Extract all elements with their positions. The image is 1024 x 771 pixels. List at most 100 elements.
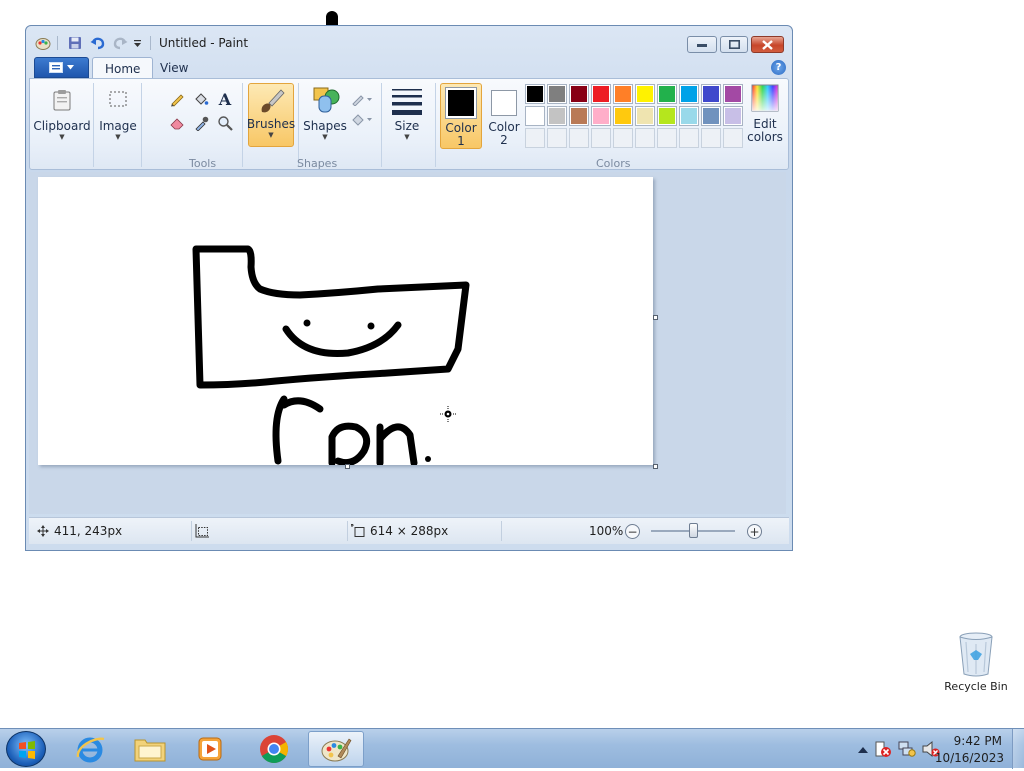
edit-colors-button[interactable]: Edit colors bbox=[744, 83, 786, 144]
help-icon[interactable]: ? bbox=[771, 60, 786, 75]
paint-window: Untitled - Paint Home View ? Clipboard ▼… bbox=[25, 25, 793, 551]
tab-view[interactable]: View bbox=[148, 57, 200, 79]
drawing-content bbox=[192, 245, 470, 467]
palette-color-swatch[interactable] bbox=[591, 106, 611, 126]
undo-icon[interactable] bbox=[89, 35, 107, 51]
edit-colors-label: Edit colors bbox=[747, 117, 783, 144]
redo-icon[interactable] bbox=[111, 35, 129, 51]
taskbar-chrome[interactable] bbox=[246, 731, 302, 767]
network-icon[interactable] bbox=[898, 740, 916, 761]
palette-color-swatch[interactable] bbox=[701, 84, 721, 104]
taskbar-internet-explorer[interactable] bbox=[62, 731, 118, 767]
palette-empty-swatch[interactable] bbox=[657, 128, 677, 148]
palette-empty-swatch[interactable] bbox=[525, 128, 545, 148]
color-palette bbox=[525, 84, 745, 150]
canvas-area[interactable] bbox=[29, 172, 786, 514]
image-button[interactable]: Image ▼ bbox=[96, 83, 140, 141]
zoom-in-button[interactable]: + bbox=[747, 524, 762, 539]
palette-color-swatch[interactable] bbox=[613, 106, 633, 126]
show-desktop-button[interactable] bbox=[1012, 729, 1024, 769]
palette-empty-swatch[interactable] bbox=[679, 128, 699, 148]
clock-date[interactable]: 10/16/2023 bbox=[935, 751, 1004, 765]
fill-icon[interactable] bbox=[349, 109, 375, 129]
media-player-icon bbox=[198, 737, 222, 761]
color-picker-icon[interactable] bbox=[190, 113, 212, 133]
cursor-position: 411, 243px bbox=[37, 518, 122, 544]
outline-icon[interactable] bbox=[349, 89, 375, 109]
show-hidden-icons-button[interactable] bbox=[858, 743, 868, 757]
palette-empty-swatch[interactable] bbox=[591, 128, 611, 148]
palette-color-swatch[interactable] bbox=[613, 84, 633, 104]
clipboard-button[interactable]: Clipboard ▼ bbox=[33, 83, 91, 141]
fill-bucket-icon[interactable] bbox=[190, 89, 212, 109]
recycle-bin-icon bbox=[959, 632, 993, 677]
palette-color-swatch[interactable] bbox=[569, 84, 589, 104]
palette-empty-swatch[interactable] bbox=[723, 128, 743, 148]
palette-empty-swatch[interactable] bbox=[635, 128, 655, 148]
zoom-out-button[interactable]: − bbox=[625, 524, 640, 539]
status-bar: 411, 243px 614 × 288px 100% − + bbox=[29, 517, 789, 544]
action-center-icon[interactable] bbox=[874, 740, 892, 761]
paint-menu-button[interactable] bbox=[34, 57, 89, 78]
zoom-level: 100% bbox=[589, 524, 624, 538]
brushes-button[interactable]: Brushes ▼ bbox=[246, 83, 296, 147]
palette-color-swatch[interactable] bbox=[547, 106, 567, 126]
customize-quick-access-icon[interactable] bbox=[131, 35, 143, 51]
minimize-button[interactable] bbox=[687, 36, 717, 53]
image-label: Image bbox=[99, 119, 137, 133]
recycle-bin-label: Recycle Bin bbox=[944, 680, 1008, 693]
maximize-button[interactable] bbox=[720, 36, 748, 53]
palette-color-swatch[interactable] bbox=[657, 106, 677, 126]
text-tool-icon[interactable]: A bbox=[214, 89, 236, 109]
tab-home[interactable]: Home bbox=[92, 57, 154, 79]
palette-color-swatch[interactable] bbox=[569, 106, 589, 126]
resize-handle-bottom[interactable] bbox=[345, 464, 350, 469]
palette-color-swatch[interactable] bbox=[723, 84, 743, 104]
palette-color-swatch[interactable] bbox=[657, 84, 677, 104]
close-button[interactable] bbox=[751, 36, 784, 53]
save-icon[interactable] bbox=[66, 35, 84, 51]
resize-handle-right[interactable] bbox=[653, 315, 658, 320]
resize-handle-corner[interactable] bbox=[653, 464, 658, 469]
brushes-label: Brushes bbox=[246, 117, 296, 131]
internet-explorer-icon bbox=[76, 737, 105, 763]
palette-color-swatch[interactable] bbox=[679, 106, 699, 126]
taskbar-media-player[interactable] bbox=[182, 731, 238, 767]
windows-logo-icon bbox=[19, 741, 35, 759]
palette-empty-swatch[interactable] bbox=[547, 128, 567, 148]
palette-color-swatch[interactable] bbox=[679, 84, 699, 104]
palette-empty-swatch[interactable] bbox=[701, 128, 721, 148]
pencil-icon[interactable] bbox=[166, 89, 188, 109]
drawing-canvas[interactable] bbox=[38, 177, 653, 467]
taskbar: 9:42 PM 10/16/2023 bbox=[0, 728, 1024, 769]
title-bar: Untitled - Paint bbox=[26, 26, 792, 58]
palette-color-swatch[interactable] bbox=[635, 84, 655, 104]
clock-time[interactable]: 9:42 PM bbox=[954, 734, 1002, 748]
recycle-bin-desktop-icon[interactable]: Recycle Bin bbox=[942, 630, 1010, 693]
palette-color-swatch[interactable] bbox=[525, 84, 545, 104]
palette-color-swatch[interactable] bbox=[635, 106, 655, 126]
magnifier-icon[interactable] bbox=[214, 113, 236, 133]
shapes-icon bbox=[313, 87, 340, 113]
palette-color-swatch[interactable] bbox=[701, 106, 721, 126]
color2-button[interactable]: Color 2 bbox=[484, 83, 524, 147]
paint-app-icon[interactable] bbox=[34, 35, 52, 51]
color1-button[interactable]: Color 1 bbox=[440, 83, 482, 149]
palette-empty-swatch[interactable] bbox=[569, 128, 589, 148]
size-button[interactable]: Size ▼ bbox=[387, 83, 427, 141]
color2-label: Color 2 bbox=[488, 120, 520, 147]
move-cursor-icon bbox=[37, 525, 49, 537]
palette-color-swatch[interactable] bbox=[525, 106, 545, 126]
palette-color-swatch[interactable] bbox=[591, 84, 611, 104]
start-button[interactable] bbox=[6, 731, 46, 767]
color2-swatch bbox=[491, 90, 517, 116]
palette-color-swatch[interactable] bbox=[723, 106, 743, 126]
palette-color-swatch[interactable] bbox=[547, 84, 567, 104]
zoom-slider-thumb[interactable] bbox=[688, 523, 698, 538]
shapes-button[interactable]: Shapes ▼ bbox=[302, 83, 348, 141]
image-size-icon bbox=[351, 524, 365, 537]
taskbar-paint[interactable] bbox=[308, 731, 364, 767]
eraser-icon[interactable] bbox=[166, 113, 188, 133]
taskbar-file-explorer[interactable] bbox=[122, 731, 178, 767]
palette-empty-swatch[interactable] bbox=[613, 128, 633, 148]
